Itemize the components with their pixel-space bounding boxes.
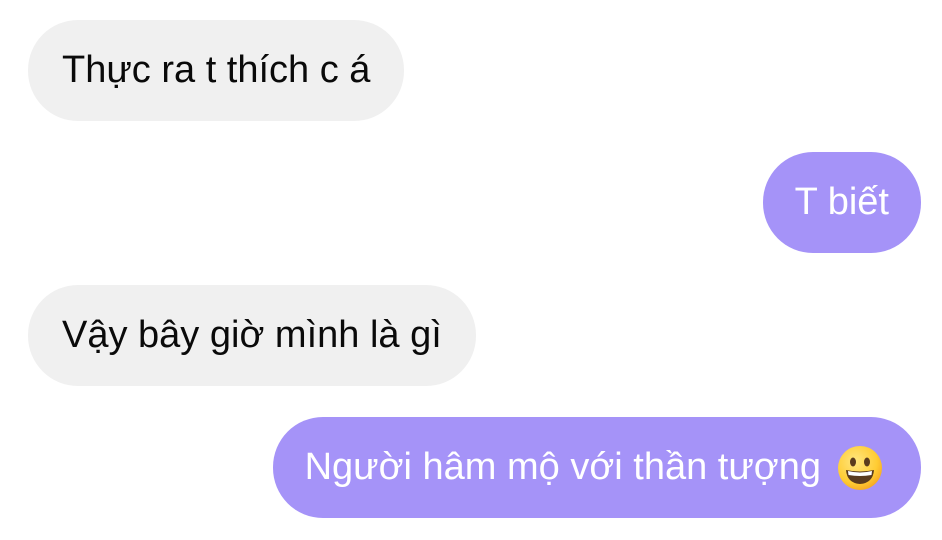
incoming-message-bubble[interactable]: Thực ra t thích c á [28,20,405,121]
message-text: Vậy bây giờ mình là gì [62,314,442,356]
message-text: Thực ra t thích c á [62,49,371,91]
message-text: T biết [794,181,889,223]
incoming-message-bubble[interactable]: Vậy bây giờ mình là gì [28,285,476,386]
message-text: Người hâm mộ với thần tượng [304,446,821,488]
outgoing-message-bubble[interactable]: T biết [762,152,921,253]
grinning-face-icon [837,445,883,491]
message-thread: Thực ra t thích c á T biết Vậy bây giờ m… [0,0,942,540]
outgoing-message-bubble[interactable]: Người hâm mộ với thần tượng [272,417,921,518]
